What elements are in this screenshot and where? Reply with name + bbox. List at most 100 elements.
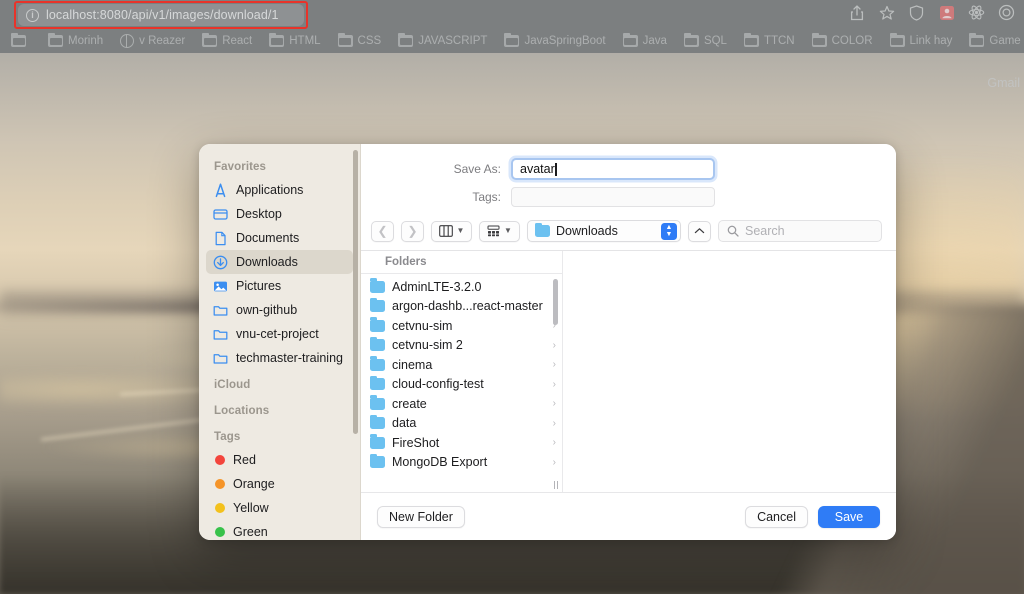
folder-icon: [370, 278, 385, 293]
dialog-sidebar: Favorites Applications Desktop Documents Dow…: [199, 144, 361, 540]
sidebar-item-label: Green: [233, 525, 268, 539]
sidebar-item-green[interactable]: Green: [206, 520, 353, 540]
folder-row[interactable]: cetvnu-sim 2 ›: [361, 336, 562, 356]
bookmark-item[interactable]: Morinh: [41, 32, 110, 49]
folder-icon: [213, 351, 228, 366]
sidebar-item-pictures[interactable]: Pictures: [206, 274, 353, 298]
bookmark-item[interactable]: TTCN: [737, 32, 802, 49]
cancel-button[interactable]: Cancel: [745, 505, 808, 528]
bookmark-item[interactable]: HTML: [262, 32, 327, 49]
sidebar-item-label: techmaster-training: [236, 351, 343, 365]
navigation-toolbar: ❮ ❯ ▼ ▼ Downloads ▲ ▼ Search: [361, 214, 896, 250]
folder-row[interactable]: cinema ›: [361, 355, 562, 375]
folder-row[interactable]: MongoDB Export ›: [361, 453, 562, 473]
sidebar-item-red[interactable]: Red: [206, 448, 353, 472]
file-browser: Folders AdminLTE-3.2.0›argon-dashb...rea…: [361, 250, 896, 492]
folder-name: data: [392, 416, 417, 431]
folder-row[interactable]: FireShot ›: [361, 433, 562, 453]
folder-name: AdminLTE-3.2.0: [392, 279, 482, 294]
folder-icon: [504, 32, 520, 47]
new-folder-button[interactable]: New Folder: [377, 505, 465, 528]
extension-red-icon[interactable]: [937, 3, 956, 22]
tag-color-dot: [215, 503, 225, 513]
sidebar-item-label: Documents: [236, 231, 300, 245]
folder-list-scrollbar[interactable]: [553, 279, 558, 325]
folder-row[interactable]: cetvnu-sim ›: [361, 316, 562, 336]
downloads-folder-icon: [535, 222, 550, 237]
folder-row[interactable]: cloud-config-test ›: [361, 375, 562, 395]
shield-privacy-icon[interactable]: [907, 3, 926, 22]
sidebar-item-own-github[interactable]: own-github: [206, 298, 353, 322]
chevron-up-icon[interactable]: [688, 220, 711, 242]
save-as-input[interactable]: avatar: [511, 158, 715, 180]
group-by-icon[interactable]: ▼: [479, 220, 520, 242]
bookmark-item[interactable]: Java: [616, 32, 674, 49]
folder-row[interactable]: create ›: [361, 394, 562, 414]
column-view-icon[interactable]: ▼: [431, 220, 472, 242]
folder-icon: [683, 32, 699, 47]
tags-input[interactable]: [511, 187, 715, 207]
bookmark-item[interactable]: v Reazer: [113, 32, 192, 50]
save-button[interactable]: Save: [818, 505, 880, 528]
folder-icon: [202, 32, 218, 47]
search-input[interactable]: Search: [718, 220, 882, 242]
bookmark-label: Morinh: [68, 35, 104, 47]
chevron-left-icon[interactable]: ❮: [371, 220, 394, 242]
sidebar-section-header: iCloud: [214, 379, 251, 391]
info-circle-icon[interactable]: i: [26, 8, 39, 22]
folder-icon: [398, 32, 414, 47]
bookmark-label: COLOR: [831, 35, 873, 47]
up-down-stepper-icon[interactable]: ▲ ▼: [661, 222, 677, 240]
sidebar-item-desktop[interactable]: Desktop: [206, 202, 353, 226]
sidebar-item-downloads[interactable]: Downloads: [206, 250, 353, 274]
folder-icon: [370, 434, 385, 449]
folder-row[interactable]: data ›: [361, 414, 562, 434]
sidebar-section-header: Tags: [214, 431, 241, 443]
column-resize-handle[interactable]: [551, 480, 560, 489]
bookmark-item[interactable]: Game: [962, 32, 1024, 49]
bookmark-item[interactable]: COLOR: [805, 32, 880, 49]
page-gmail-label[interactable]: Gmail: [987, 76, 1020, 90]
sidebar-scrollbar[interactable]: [353, 150, 358, 434]
chevron-right-icon: ›: [552, 417, 556, 429]
folder-column: Folders AdminLTE-3.2.0›argon-dashb...rea…: [361, 251, 563, 492]
bookmark-star-icon[interactable]: [877, 3, 896, 22]
target-extension-icon[interactable]: [997, 3, 1016, 22]
save-as-label: Save As:: [453, 162, 501, 176]
folder-icon: [889, 32, 905, 47]
folder-name: cloud-config-test: [392, 377, 484, 392]
bookmark-item[interactable]: CSS: [331, 32, 389, 49]
sidebar-item-label: own-github: [236, 303, 298, 317]
sidebar-item-techmaster-training[interactable]: techmaster-training: [206, 346, 353, 370]
bookmark-item[interactable]: Link hay: [883, 32, 960, 49]
folder-icon: [11, 32, 26, 47]
folder-icon: [370, 356, 385, 371]
bookmark-item[interactable]: [4, 32, 38, 49]
sidebar-item-vnu-cet-project[interactable]: vnu-cet-project: [206, 322, 353, 346]
folder-icon: [969, 32, 985, 47]
bookmark-item[interactable]: SQL: [677, 32, 734, 49]
sidebar-item-applications[interactable]: Applications: [206, 178, 353, 202]
folder-row[interactable]: AdminLTE-3.2.0›: [361, 277, 562, 297]
chevron-right-icon[interactable]: ❯: [401, 220, 424, 242]
bookmark-label: JAVASCRIPT: [418, 35, 488, 47]
folder-name: FireShot: [392, 435, 440, 450]
sidebar-item-documents[interactable]: Documents: [206, 226, 353, 250]
bookmark-item[interactable]: JavaSpringBoot: [497, 32, 612, 49]
folder-icon: [370, 297, 385, 313]
folder-name: argon-dashb...react-master: [392, 299, 543, 314]
save-as-value: avatar: [520, 162, 555, 176]
react-devtools-icon[interactable]: [967, 3, 986, 22]
address-bar[interactable]: i localhost:8080/api/v1/images/download/…: [18, 4, 304, 26]
sidebar-item-yellow[interactable]: Yellow: [206, 496, 353, 520]
bookmark-item[interactable]: JAVASCRIPT: [391, 32, 494, 49]
folder-name: create: [392, 396, 427, 411]
path-popup-button[interactable]: Downloads ▲ ▼: [527, 220, 681, 242]
chevron-right-icon: ›: [552, 359, 556, 371]
folder-row[interactable]: argon-dashb...react-master›: [361, 297, 562, 317]
browser-toolbar: i localhost:8080/api/v1/images/download/…: [0, 0, 1024, 29]
bookmark-item[interactable]: React: [195, 32, 259, 49]
share-icon[interactable]: [847, 3, 866, 22]
chevron-down-icon: ▼: [456, 226, 465, 235]
sidebar-item-orange[interactable]: Orange: [206, 472, 353, 496]
